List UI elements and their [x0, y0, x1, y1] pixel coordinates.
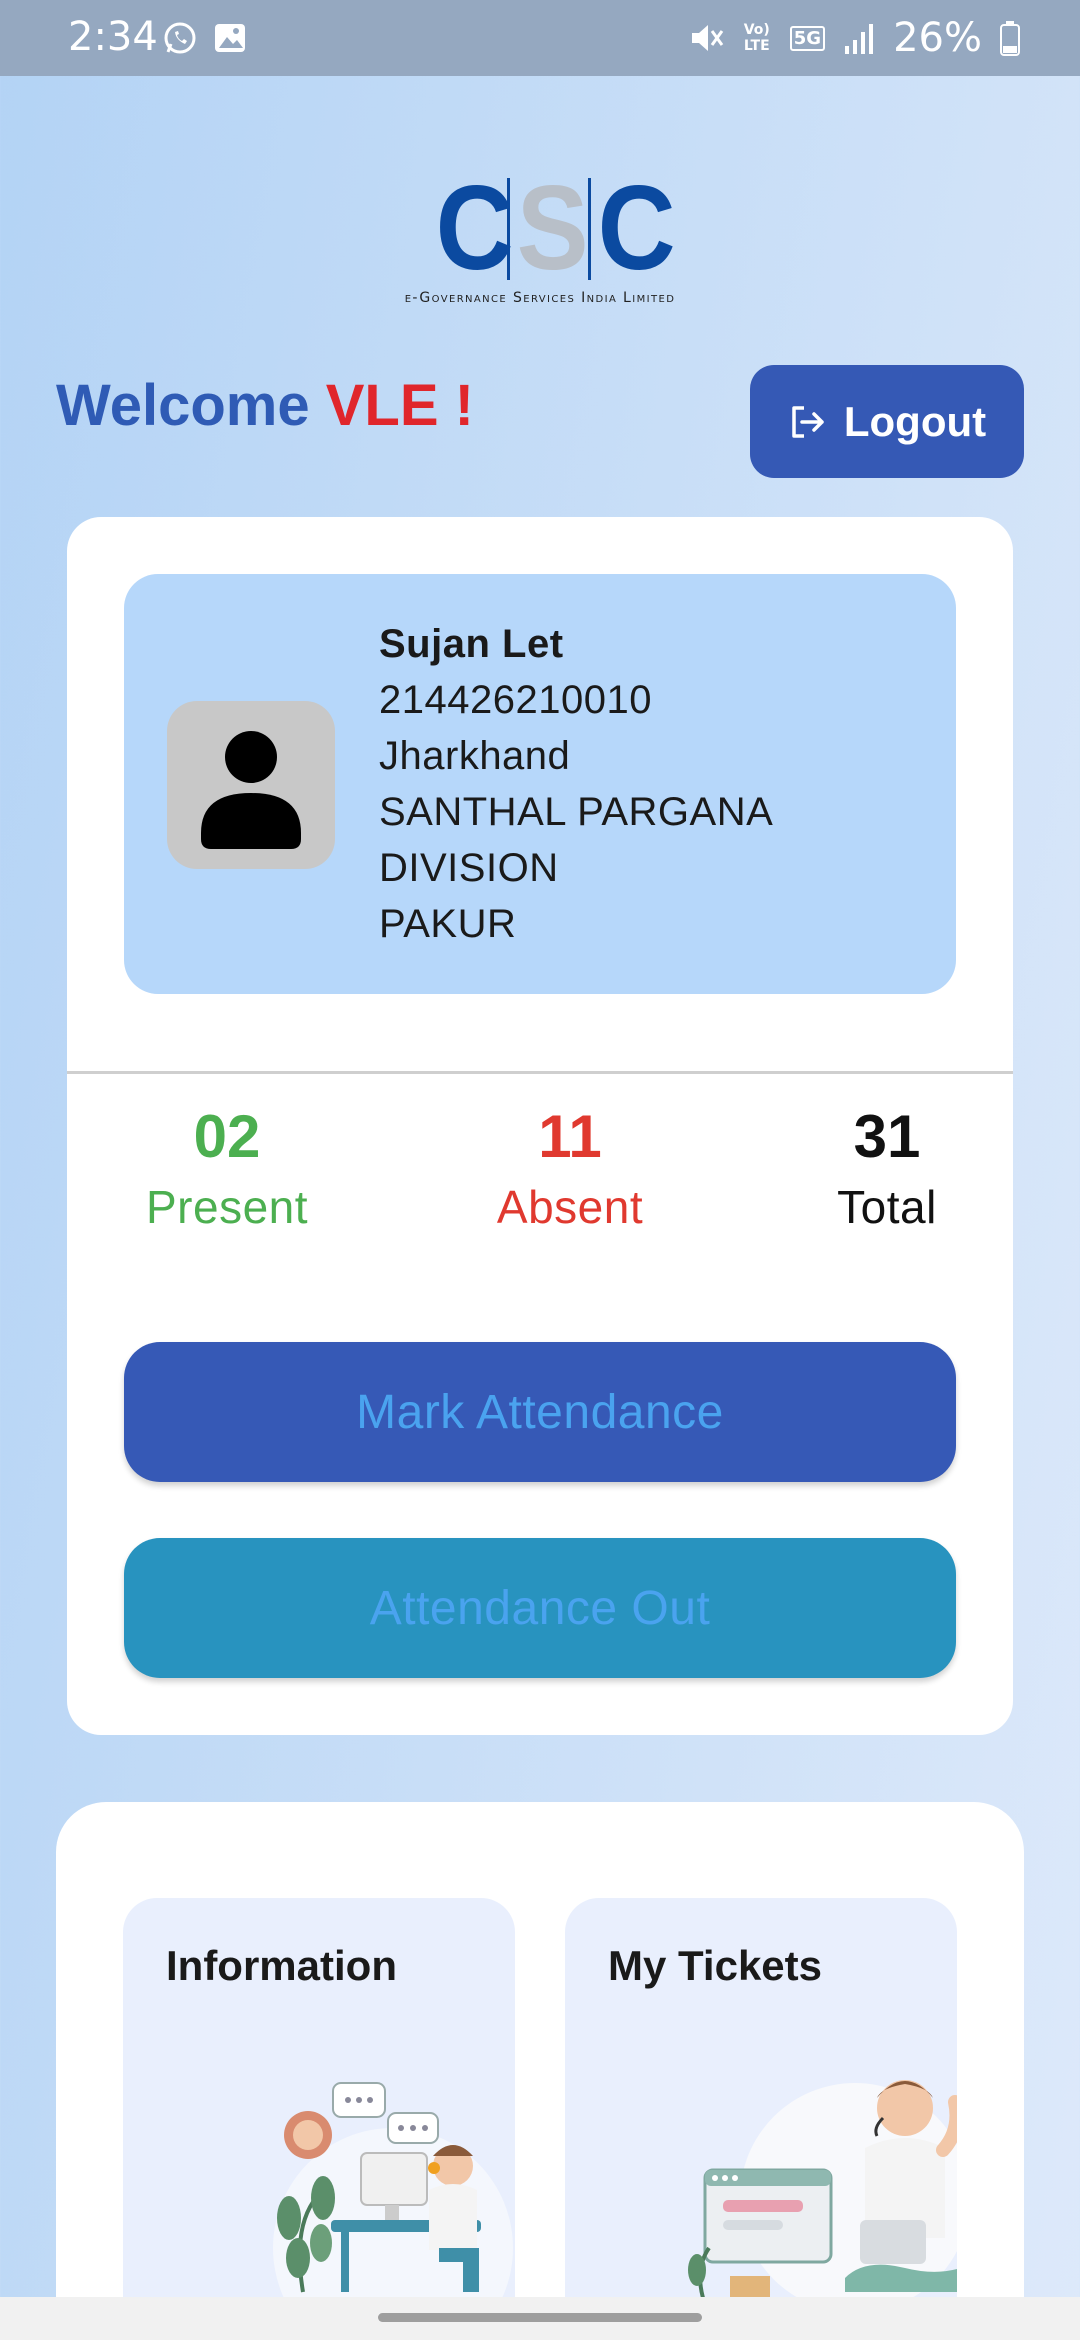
- profile-panel: Sujan Let 214426210010 Jharkhand SANTHAL…: [124, 574, 956, 994]
- welcome-name: VLE !: [325, 373, 474, 438]
- information-title: Information: [166, 1942, 397, 1989]
- mute-icon: [691, 25, 724, 51]
- gallery-icon: [215, 24, 245, 52]
- total-count: 31: [853, 1103, 921, 1170]
- logo-subtitle: e-Governance Services India Limited: [404, 290, 676, 306]
- my-tickets-tile[interactable]: My Tickets: [565, 1898, 957, 2340]
- profile-name: Sujan Let: [379, 622, 564, 666]
- stat-total: 31 Total: [777, 1102, 997, 1242]
- profile-details: Sujan Let 214426210010 Jharkhand SANTHAL…: [379, 616, 773, 952]
- welcome-heading: Welcome VLE !: [56, 372, 474, 439]
- 5g-icon: 5G: [789, 25, 826, 51]
- logout-label: Logout: [843, 397, 987, 445]
- absent-label: Absent: [496, 1181, 644, 1233]
- home-gesture-handle[interactable]: [378, 2313, 702, 2322]
- status-icons: Vo) LTE 5G 26%: [688, 15, 1020, 61]
- my-tickets-title: My Tickets: [608, 1942, 822, 1989]
- csc-logo: C S C e-Governance Services India Limite…: [360, 161, 720, 313]
- logo-letter: S: [516, 161, 589, 295]
- volte-icon: Vo) LTE: [743, 22, 770, 54]
- avatar: [167, 701, 335, 869]
- present-count: 02: [193, 1103, 261, 1170]
- person-icon: [201, 731, 301, 849]
- status-time: 2:34: [68, 14, 158, 60]
- signal-icon: [845, 24, 874, 54]
- stat-present: 02 Present: [117, 1102, 337, 1242]
- profile-district: PAKUR: [379, 902, 517, 946]
- absent-count: 11: [538, 1103, 602, 1170]
- logout-icon: [792, 405, 824, 438]
- logo-letter: C: [597, 161, 676, 295]
- welcome-text: Welcome: [56, 373, 326, 438]
- battery-percent: 26%: [893, 15, 982, 61]
- attendance-out-button[interactable]: Attendance Out: [124, 1538, 956, 1678]
- profile-id: 214426210010: [379, 678, 652, 722]
- profile-division: SANTHAL PARGANA: [379, 790, 774, 834]
- total-label: Total: [837, 1181, 937, 1233]
- mark-attendance-button[interactable]: Mark Attendance: [124, 1342, 956, 1482]
- status-bar: 2:34 Vo) LTE 5G 26%: [0, 0, 1080, 76]
- battery-icon: [1000, 21, 1020, 56]
- whatsapp-icon: [164, 22, 196, 54]
- profile-state: Jharkhand: [379, 734, 571, 778]
- profile-division-cont: DIVISION: [379, 846, 559, 890]
- logo-letter: C: [435, 161, 514, 295]
- system-nav-bar: [0, 2297, 1080, 2340]
- information-tile[interactable]: Information: [123, 1898, 515, 2340]
- stat-absent: 11 Absent: [460, 1102, 680, 1242]
- logout-button[interactable]: Logout: [750, 365, 1024, 478]
- divider: [67, 1071, 1013, 1074]
- present-label: Present: [145, 1181, 309, 1233]
- services-card: Information My Tickets: [56, 1802, 1024, 2340]
- attendance-card: Sujan Let 214426210010 Jharkhand SANTHAL…: [67, 517, 1013, 1735]
